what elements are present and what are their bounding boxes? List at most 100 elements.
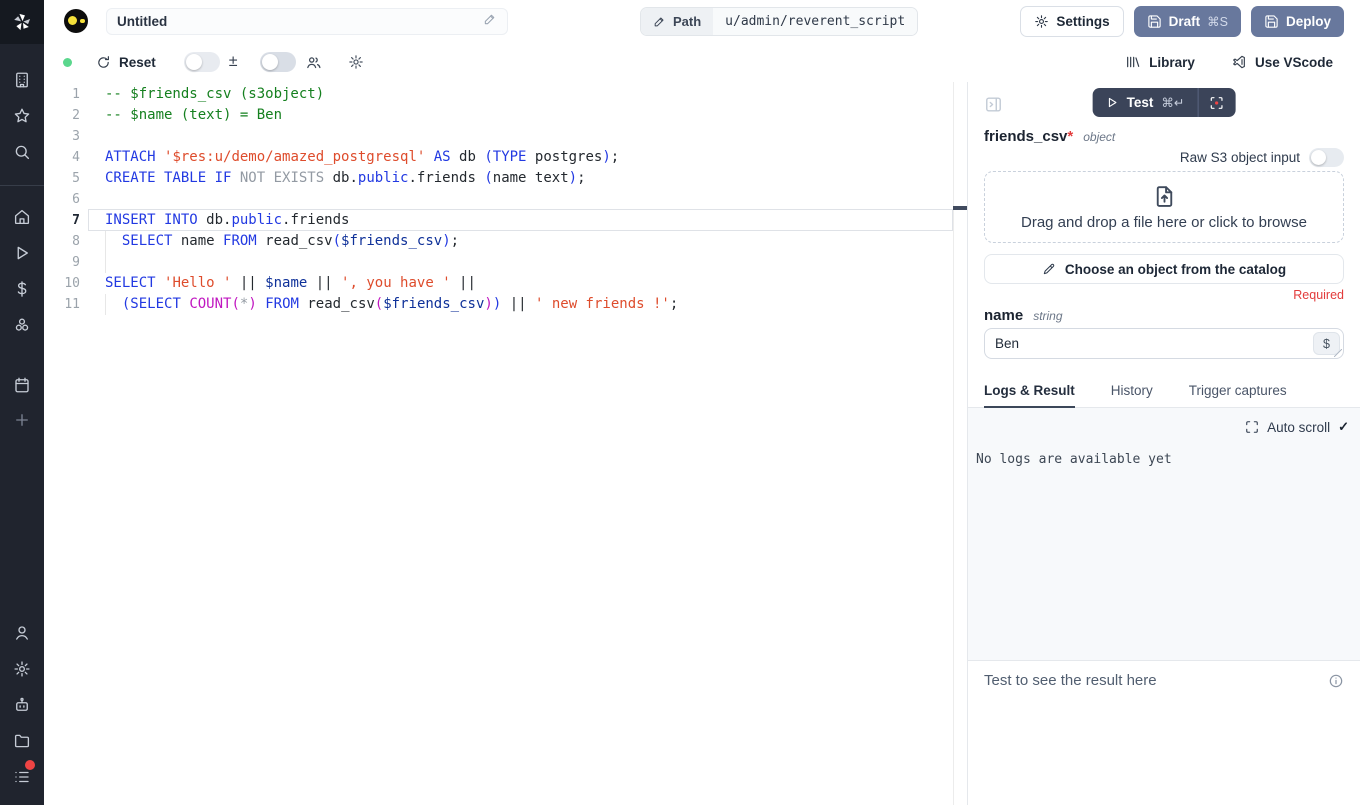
logs-area: Auto scroll ✓ No logs are available yet (968, 408, 1360, 661)
code-line-6[interactable]: 6 (44, 189, 967, 210)
autoscroll-checkbox[interactable]: ✓ (1338, 419, 1349, 435)
sidebar-item-workspace[interactable] (0, 66, 44, 94)
token: SELECT (105, 275, 156, 291)
token: ; (451, 233, 459, 249)
deploy-button[interactable]: Deploy (1251, 6, 1344, 37)
token: -- $name (text) = Ben (105, 107, 282, 123)
line-number[interactable]: 3 (44, 126, 80, 147)
token: '$res:u/demo/amazed_postgresql' (164, 149, 425, 165)
code-line-8[interactable]: 8 SELECT name FROM read_csv($friends_csv… (44, 231, 967, 252)
line-number[interactable]: 5 (44, 168, 80, 189)
capture-run-button[interactable] (1198, 88, 1235, 117)
test-button[interactable]: Test ⌘↵ (1093, 88, 1198, 117)
name-input[interactable] (985, 329, 1343, 358)
token: name (172, 233, 223, 249)
expand-icon[interactable] (1245, 420, 1259, 434)
sidebar-item-variables[interactable] (0, 275, 44, 303)
line-number[interactable]: 7 (44, 210, 80, 231)
sidebar-item-home[interactable] (0, 203, 44, 231)
reset-label: Reset (119, 55, 156, 70)
code-line-5[interactable]: 5CREATE TABLE IF NOT EXISTS db.public.fr… (44, 168, 967, 189)
editor-settings-icon[interactable] (348, 54, 364, 70)
code-line-4[interactable]: 4ATTACH '$res:u/demo/amazed_postgresql' … (44, 147, 967, 168)
token: ; (670, 296, 678, 312)
token: db. (324, 170, 358, 186)
sidebar-item-create[interactable] (0, 406, 44, 434)
diff-toggle[interactable] (184, 52, 220, 72)
arg-type: string (1033, 309, 1062, 323)
settings-label: Settings (1056, 14, 1109, 29)
windmill-logo[interactable] (0, 0, 44, 44)
settings-icon (13, 660, 31, 678)
path-control[interactable]: Path u/admin/reverent_script (640, 7, 918, 36)
code-line-1[interactable]: 1-- $friends_csv (s3object) (44, 84, 967, 105)
code-editor[interactable]: 1-- $friends_csv (s3object)2 -- $name (te… (44, 82, 967, 805)
code-line-11[interactable]: 11 (SELECT COUNT(*) FROM read_csv($frien… (44, 294, 967, 315)
tab-logs-result[interactable]: Logs & Result (984, 383, 1075, 407)
sidebar-item-favorites[interactable] (0, 102, 44, 130)
draft-button[interactable]: Draft ⌘S (1134, 6, 1241, 37)
test-panel: Test ⌘↵ friends_csv* object Raw S3 objec… (967, 82, 1360, 805)
code-line-7[interactable]: 7INSERT INTO db.public.friends (44, 210, 967, 231)
sidebar-item-settings[interactable] (0, 655, 44, 683)
tab-trigger-captures[interactable]: Trigger captures (1189, 383, 1287, 407)
token: ', you have ' (341, 275, 451, 291)
token: db. (198, 212, 232, 228)
sidebar-item-resources[interactable] (0, 311, 44, 339)
choose-object-button[interactable]: Choose an object from the catalog (984, 254, 1344, 284)
script-title-input[interactable] (117, 14, 483, 29)
token (156, 275, 164, 291)
code-line-2[interactable]: 2 -- $name (text) = Ben (44, 105, 967, 126)
runs-icon (13, 244, 31, 262)
token: postgres (526, 149, 602, 165)
dropzone-label: Drag and drop a file here or click to br… (1021, 214, 1307, 231)
autoscroll-label: Auto scroll (1267, 420, 1330, 435)
name-input-wrap: $ (984, 328, 1344, 359)
notification-badge (25, 760, 35, 770)
multiplayer-toggle[interactable] (260, 52, 296, 72)
sidebar-item-search[interactable] (0, 138, 44, 166)
users-icon[interactable] (305, 54, 322, 71)
sidebar-item-folders[interactable] (0, 727, 44, 755)
settings-button[interactable]: Settings (1020, 6, 1123, 37)
test-shortcut: ⌘↵ (1161, 95, 1184, 110)
no-logs-message: No logs are available yet (976, 452, 1172, 467)
sidebar-item-schedules[interactable] (0, 371, 44, 399)
code-line-9[interactable]: 9 (44, 252, 967, 273)
path-value[interactable]: u/admin/reverent_script (713, 8, 917, 35)
token: ; (577, 170, 585, 186)
draft-shortcut: ⌘S (1207, 14, 1228, 29)
reset-button[interactable]: Reset (96, 55, 156, 70)
sidebar-item-user[interactable] (0, 619, 44, 647)
line-number[interactable]: 6 (44, 189, 80, 210)
line-number[interactable]: 1 (44, 84, 80, 105)
vscode-label: Use VScode (1255, 55, 1333, 70)
sidebar-item-workers[interactable] (0, 691, 44, 719)
line-number[interactable]: 8 (44, 231, 80, 252)
line-number[interactable]: 9 (44, 252, 80, 273)
code-line-10[interactable]: 10SELECT 'Hello ' || $name || ', you hav… (44, 273, 967, 294)
edit-title-icon[interactable] (483, 12, 497, 31)
panel-toggle-icon[interactable] (984, 95, 1003, 114)
code-text (105, 189, 107, 210)
token: FROM (223, 233, 257, 249)
plus-minus-icon[interactable]: ± (229, 53, 238, 71)
info-icon[interactable] (1328, 673, 1344, 689)
line-number[interactable]: 2 (44, 105, 80, 126)
line-number[interactable]: 4 (44, 147, 80, 168)
use-vscode-button[interactable]: Use VScode (1231, 54, 1333, 70)
sidebar-item-audit-logs[interactable] (0, 763, 44, 791)
code-line-3[interactable]: 3 (44, 126, 967, 147)
resize-handle[interactable] (1334, 349, 1342, 357)
code-text: -- $name (text) = Ben (105, 105, 282, 126)
raw-s3-toggle[interactable] (1309, 148, 1344, 167)
sidebar-item-runs[interactable] (0, 239, 44, 267)
tab-history[interactable]: History (1111, 383, 1153, 407)
workers-icon (13, 696, 31, 714)
raw-s3-label: Raw S3 object input (1180, 150, 1300, 165)
line-number[interactable]: 10 (44, 273, 80, 294)
file-dropzone[interactable]: Drag and drop a file here or click to br… (984, 171, 1344, 243)
library-button[interactable]: Library (1125, 54, 1195, 70)
line-number[interactable]: 11 (44, 294, 80, 315)
script-title-field[interactable] (106, 8, 508, 35)
